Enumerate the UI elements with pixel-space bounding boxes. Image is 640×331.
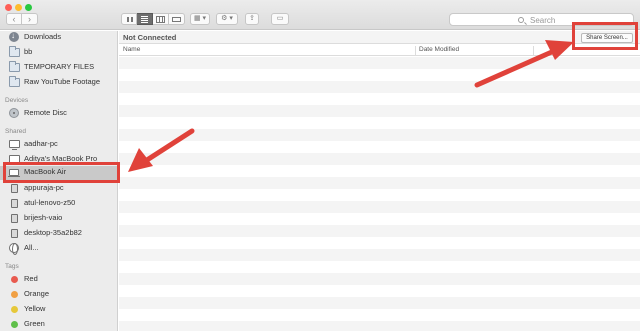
cover-flow-view-button[interactable] — [169, 13, 185, 25]
sidebar-item-label: desktop-35a2b82 — [24, 228, 82, 237]
sidebar-item-label: Raw YouTube Footage — [24, 77, 101, 86]
sidebar-item-brijesh-vaio[interactable]: brijesh-vaio — [0, 212, 118, 226]
close-window-button[interactable] — [5, 4, 12, 11]
devices-header: Devices — [5, 97, 29, 104]
pc-tower-icon — [11, 199, 18, 208]
sidebar-tag-green[interactable]: Green — [0, 318, 118, 331]
sidebar-tag-red[interactable]: Red — [0, 273, 118, 287]
search-placeholder: Search — [530, 16, 556, 25]
connection-status: Not Connected — [123, 33, 177, 42]
connection-bar: Not Connected Share Screen... — [119, 31, 640, 44]
cover-flow-icon — [172, 17, 181, 22]
sidebar-item-temporary-files[interactable]: TEMPORARY FILES — [0, 61, 118, 75]
downloads-icon — [9, 31, 19, 42]
green-tag-dot-icon — [11, 321, 18, 328]
list-view-icon — [141, 16, 148, 23]
sidebar-item-bb[interactable]: bb — [0, 46, 118, 60]
sidebar-item-label: Orange — [24, 289, 50, 298]
sidebar-item-label: atul-lenovo-z50 — [24, 198, 76, 207]
sidebar-item-downloads[interactable]: Downloads — [0, 31, 118, 45]
minimize-window-button[interactable] — [15, 4, 22, 11]
file-list-pane: Not Connected Share Screen... Name Date … — [119, 31, 640, 331]
sidebar-item-remote-disc[interactable]: Remote Disc — [0, 107, 118, 121]
globe-icon — [9, 243, 19, 255]
sidebar-item-label: aadhar-pc — [24, 139, 58, 148]
arrange-button[interactable]: ▦ ▾ — [190, 13, 210, 25]
column-view-icon — [156, 16, 165, 23]
column-header-name[interactable]: Name — [123, 46, 140, 53]
sidebar-tag-orange[interactable]: Orange — [0, 288, 118, 302]
folder-icon — [9, 76, 20, 87]
sidebar-item-label: TEMPORARY FILES — [24, 62, 95, 71]
sidebar-item-aadhar-pc[interactable]: aadhar-pc — [0, 138, 118, 152]
sidebar-item-atul-lenovo-z50[interactable]: atul-lenovo-z50 — [0, 197, 118, 211]
edit-tags-button[interactable]: ▭ — [271, 13, 289, 25]
pc-tower-icon — [11, 229, 18, 238]
window-toolbar: ‹ › ▦ ▾ ⚙ ▾ ⇪ ▭ Search — [0, 0, 640, 30]
sidebar-tag-yellow[interactable]: Yellow — [0, 303, 118, 317]
tags-header: Tags — [5, 263, 19, 270]
sidebar-item-label: brijesh-vaio — [24, 213, 63, 222]
column-header-row: Name Date Modified — [119, 45, 640, 56]
sidebar-item-desktop-35a2b82[interactable]: desktop-35a2b82 — [0, 227, 118, 241]
back-button[interactable]: ‹ — [6, 13, 22, 25]
sidebar-item-label: Red — [24, 274, 38, 283]
sidebar-item-appuraja-pc[interactable]: appuraja-pc — [0, 182, 118, 196]
icon-view-button[interactable] — [121, 13, 137, 25]
display-icon — [9, 140, 20, 150]
column-header-date-modified[interactable]: Date Modified — [419, 46, 459, 53]
red-tag-dot-icon — [11, 276, 18, 283]
sidebar-item-label: Yellow — [24, 304, 46, 313]
sidebar-item-label: appuraja-pc — [24, 183, 64, 192]
search-icon — [518, 17, 524, 23]
sidebar-item-label: All... — [24, 243, 39, 252]
folder-icon — [9, 46, 20, 57]
forward-button[interactable]: › — [22, 13, 38, 25]
sidebar-item-label: bb — [24, 47, 33, 56]
column-view-button[interactable] — [153, 13, 169, 25]
sidebar-item-label: Remote Disc — [24, 108, 67, 117]
zoom-window-button[interactable] — [25, 4, 32, 11]
pc-tower-icon — [11, 184, 18, 193]
share-screen-highlight-box — [572, 22, 638, 50]
folder-icon — [9, 61, 20, 72]
yellow-tag-dot-icon — [11, 306, 18, 313]
sidebar-item-all[interactable]: All... — [0, 242, 118, 256]
column-divider[interactable] — [415, 46, 416, 55]
sidebar-item-label: Downloads — [24, 32, 62, 41]
shared-header: Shared — [5, 128, 26, 135]
macbook-air-highlight-box — [3, 162, 120, 183]
view-mode-group — [121, 13, 185, 25]
pc-tower-icon — [11, 214, 18, 223]
back-forward-group: ‹ › — [6, 13, 38, 25]
orange-tag-dot-icon — [11, 291, 18, 298]
share-button[interactable]: ⇪ — [245, 13, 259, 25]
disc-icon — [9, 108, 19, 118]
column-divider[interactable] — [533, 46, 534, 55]
list-view-button[interactable] — [137, 13, 153, 25]
icon-view-icon — [127, 17, 133, 22]
sidebar-item-raw-youtube-footage[interactable]: Raw YouTube Footage — [0, 76, 118, 90]
sidebar-item-label: Green — [24, 319, 45, 328]
action-gear-button[interactable]: ⚙ ▾ — [216, 13, 238, 25]
file-list-rows[interactable] — [119, 57, 640, 331]
